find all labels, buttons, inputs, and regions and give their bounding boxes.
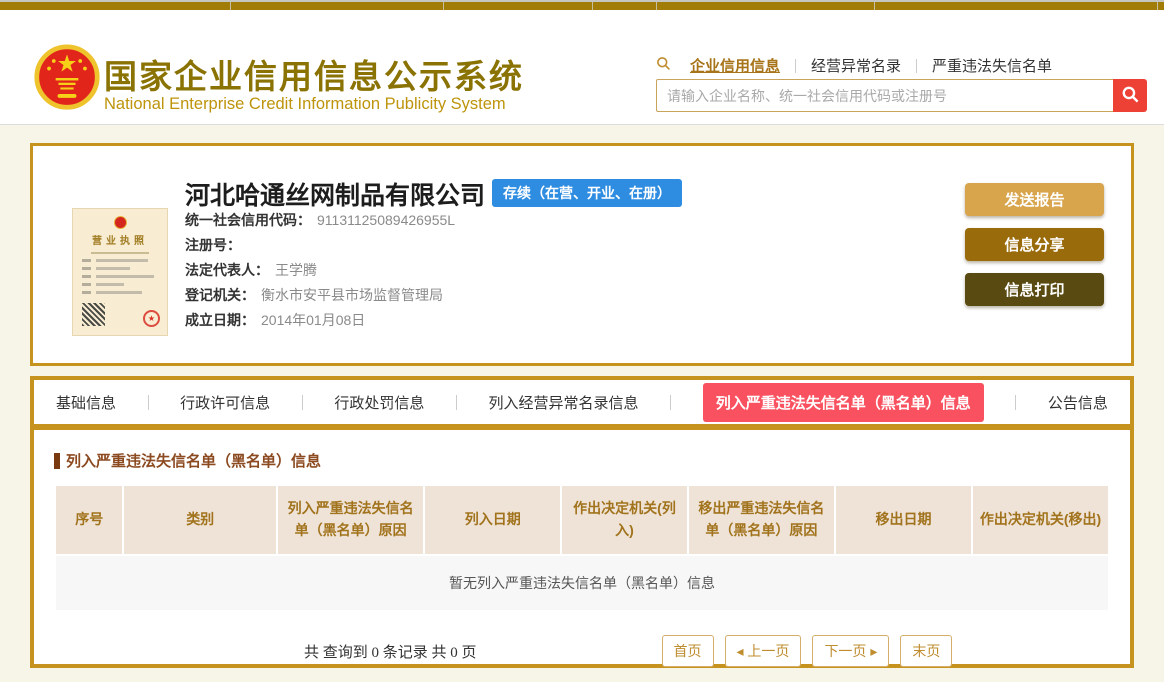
tab-bar: 基础信息 行政许可信息 行政处罚信息 列入经营异常名录信息 列入严重违法失信名单… <box>34 380 1130 430</box>
search-bar <box>656 79 1147 112</box>
pagination: 共 查询到 0 条记录 共 0 页 首页 ◂ 上一页 下一页 ▸ 末页 <box>54 635 1110 667</box>
field-label: 统一社会信用代码： <box>185 212 311 228</box>
tab-content: 列入严重违法失信名单（黑名单）信息 序号 类别 列入严重违法失信名单（黑名单）原… <box>34 430 1130 667</box>
nav-divider <box>795 58 797 73</box>
section-title-row: 列入严重违法失信名单（黑名单）信息 <box>54 450 1110 471</box>
field-label: 法定代表人： <box>185 262 269 278</box>
license-qr-code <box>82 303 105 326</box>
col-inclusion-date: 列入日期 <box>425 486 561 554</box>
license-text-line <box>82 275 158 278</box>
col-deciding-authority-in: 作出决定机关(列入) <box>562 486 687 554</box>
nav-link-abnormal-operations[interactable]: 经营异常名录 <box>811 55 901 76</box>
site-subtitle: National Enterprise Credit Information P… <box>104 95 506 113</box>
col-deciding-authority-out: 作出决定机关(移出) <box>973 486 1108 554</box>
col-category: 类别 <box>124 486 276 554</box>
company-status-badge: 存续（在营、开业、在册） <box>492 179 682 207</box>
tab-administrative-license[interactable]: 行政许可信息 <box>180 392 270 413</box>
company-fields: 统一社会信用代码： 91131125089426955L 注册号： 法定代表人： 王… <box>185 210 455 335</box>
section-title-bar-icon <box>54 452 60 469</box>
tab-basic-info[interactable]: 基础信息 <box>56 392 116 413</box>
field-establishment-date: 成立日期： 2014年01月08日 <box>185 310 455 335</box>
table-header-row: 序号 类别 列入严重违法失信名单（黑名单）原因 列入日期 作出决定机关(列入) … <box>56 486 1108 554</box>
license-text-line <box>82 291 158 294</box>
search-button-icon <box>1121 85 1140 107</box>
nav-divider <box>916 58 918 73</box>
tab-announcements[interactable]: 公告信息 <box>1048 392 1108 413</box>
company-action-buttons: 发送报告 信息分享 信息打印 <box>965 183 1104 306</box>
section-title: 列入严重违法失信名单（黑名单）信息 <box>66 453 322 470</box>
col-inclusion-reason: 列入严重违法失信名单（黑名单）原因 <box>277 486 424 554</box>
license-text-line <box>82 267 158 270</box>
field-label: 登记机关： <box>185 287 255 303</box>
page: 国家企业信用信息公示系统 National Enterprise Credit … <box>0 0 1164 682</box>
field-registration-authority: 登记机关： 衡水市安平县市场监督管理局 <box>185 285 455 310</box>
search-input[interactable] <box>656 79 1113 112</box>
pagination-summary: 共 查询到 0 条记录 共 0 页 <box>304 644 477 661</box>
next-page-button[interactable]: 下一页 ▸ <box>812 635 890 667</box>
header-nav: 企业信用信息 经营异常名录 严重违法失信名单 <box>656 55 1052 76</box>
table-empty-row: 暂无列入严重违法失信名单（黑名单）信息 <box>56 556 1108 610</box>
search-icon <box>656 56 671 75</box>
prev-page-button[interactable]: ◂ 上一页 <box>724 635 802 667</box>
license-emblem-icon <box>113 216 127 229</box>
site-title: 国家企业信用信息公示系统 <box>104 58 524 95</box>
field-legal-representative: 法定代表人： 王学腾 <box>185 260 455 285</box>
first-page-button[interactable]: 首页 <box>661 635 714 667</box>
license-text-line <box>82 259 158 262</box>
national-emblem-logo <box>34 44 100 110</box>
field-credit-code: 统一社会信用代码： 91131125089426955L <box>185 210 455 235</box>
field-label: 成立日期： <box>185 312 255 328</box>
tab-abnormal-operations[interactable]: 列入经营异常名录信息 <box>489 392 639 413</box>
site-header: 国家企业信用信息公示系统 National Enterprise Credit … <box>0 10 1164 125</box>
tab-blacklist-active[interactable]: 列入严重违法失信名单（黑名单）信息 <box>702 382 984 422</box>
blacklist-table: 序号 类别 列入严重违法失信名单（黑名单）原因 列入日期 作出决定机关(列入) … <box>54 484 1110 612</box>
nav-link-enterprise-credit[interactable]: 企业信用信息 <box>690 55 780 76</box>
col-removal-date: 移出日期 <box>836 486 972 554</box>
tab-divider <box>670 394 672 410</box>
empty-message: 暂无列入严重违法失信名单（黑名单）信息 <box>56 556 1108 610</box>
col-removal-reason: 移出严重违法失信名单（黑名单）原因 <box>688 486 835 554</box>
license-red-seal: ★ <box>143 310 160 327</box>
license-decoration <box>91 252 149 254</box>
company-name: 河北哈通丝网制品有限公司 <box>185 183 486 210</box>
field-registration-number: 注册号： <box>185 235 455 260</box>
field-value: 王学腾 <box>275 262 317 278</box>
business-license-image[interactable]: 营业执照 ★ <box>72 208 168 336</box>
tab-divider <box>147 394 149 410</box>
last-page-button[interactable]: 末页 <box>900 635 953 667</box>
field-value: 2014年01月08日 <box>261 312 366 328</box>
company-info-card: 营业执照 ★ 河北哈通丝网制品有限公司 存续（在营、开业、在册） 统一社会信用代… <box>30 143 1134 366</box>
tab-administrative-penalty[interactable]: 行政处罚信息 <box>334 392 424 413</box>
tab-divider <box>301 394 303 410</box>
send-report-button[interactable]: 发送报告 <box>965 183 1104 216</box>
detail-card: 基础信息 行政许可信息 行政处罚信息 列入经营异常名录信息 列入严重违法失信名单… <box>30 376 1134 668</box>
tab-divider <box>455 394 457 410</box>
print-info-button[interactable]: 信息打印 <box>965 273 1104 306</box>
field-value: 91131125089426955L <box>317 212 456 228</box>
share-info-button[interactable]: 信息分享 <box>965 228 1104 261</box>
field-label: 注册号： <box>185 237 241 253</box>
license-title: 营业执照 <box>92 236 148 247</box>
col-serial-number: 序号 <box>56 486 123 554</box>
field-value: 衡水市安平县市场监督管理局 <box>261 287 443 303</box>
pagination-buttons: 首页 ◂ 上一页 下一页 ▸ 末页 <box>661 635 953 667</box>
license-text-line <box>82 283 158 286</box>
top-gold-bar <box>0 0 1164 12</box>
tab-divider <box>1015 394 1017 410</box>
nav-link-serious-violations[interactable]: 严重违法失信名单 <box>932 55 1052 76</box>
search-button[interactable] <box>1113 79 1147 112</box>
